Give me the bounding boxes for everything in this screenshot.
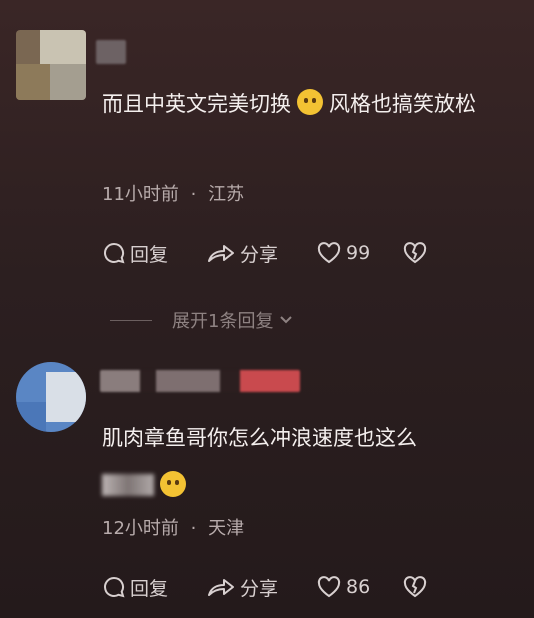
heart-icon bbox=[317, 576, 341, 598]
chevron-down-icon bbox=[280, 316, 293, 324]
timestamp: 12小时前 bbox=[102, 518, 179, 539]
expand-replies[interactable]: 展开1条回复 bbox=[110, 306, 295, 334]
like-button[interactable]: 86 bbox=[316, 572, 370, 602]
comment-text: 肌肉章鱼哥你怎么冲浪速度也这么 bbox=[102, 414, 504, 510]
comment-meta: 12小时前 · 天津 bbox=[102, 518, 245, 539]
avatar[interactable] bbox=[16, 362, 86, 432]
reply-button[interactable]: 回复 bbox=[102, 238, 168, 268]
username-blurred[interactable] bbox=[96, 40, 126, 64]
location: 江苏 bbox=[208, 184, 245, 205]
dislike-button[interactable] bbox=[402, 572, 432, 602]
broken-heart-icon bbox=[403, 242, 427, 264]
username-blurred[interactable] bbox=[100, 370, 300, 392]
share-arrow-icon bbox=[208, 579, 234, 596]
share-arrow-icon bbox=[208, 245, 234, 262]
broken-heart-icon bbox=[403, 576, 427, 598]
like-count: 99 bbox=[346, 242, 371, 264]
location: 天津 bbox=[208, 518, 245, 539]
share-button[interactable]: 分享 bbox=[206, 238, 278, 268]
dislike-button[interactable] bbox=[402, 238, 432, 268]
laughing-tears-emoji-icon bbox=[160, 471, 186, 497]
reply-button[interactable]: 回复 bbox=[102, 572, 168, 602]
comment-bubble-icon bbox=[104, 242, 125, 264]
like-button[interactable]: 99 bbox=[316, 238, 370, 268]
comment-actions: 回复 分享 99 bbox=[102, 238, 522, 268]
comment-text: 而且中英文完美切换 风格也搞笑放松 bbox=[102, 80, 504, 128]
timestamp: 11小时前 bbox=[102, 184, 179, 205]
comment-actions: 回复 分享 86 bbox=[102, 572, 522, 602]
share-button[interactable]: 分享 bbox=[206, 572, 278, 602]
comment-meta: 11小时前 · 江苏 bbox=[102, 184, 245, 205]
like-count: 86 bbox=[346, 576, 371, 598]
divider-line bbox=[110, 319, 152, 321]
comment-bubble-icon bbox=[104, 576, 125, 598]
blurred-text bbox=[102, 474, 154, 496]
heart-icon bbox=[317, 242, 341, 264]
avatar[interactable] bbox=[16, 30, 86, 100]
worried-face-emoji-icon bbox=[297, 89, 323, 115]
